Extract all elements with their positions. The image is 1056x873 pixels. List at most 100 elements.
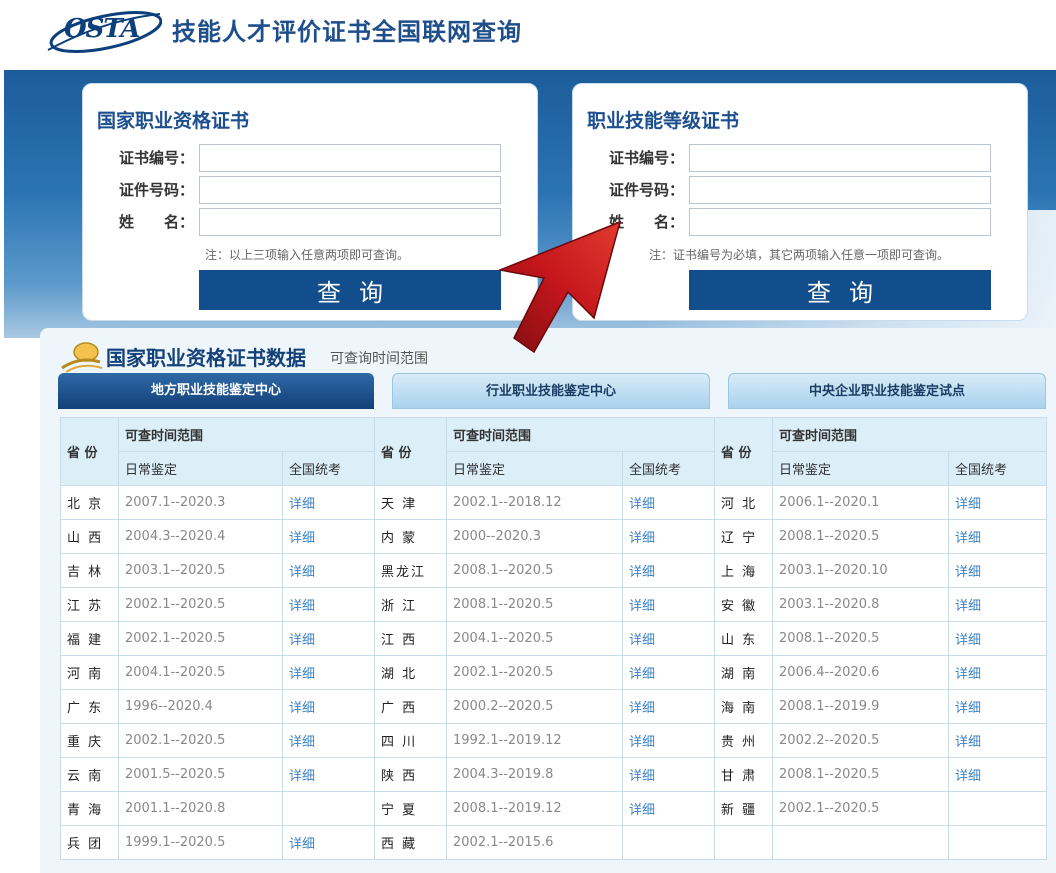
form-row-cert-no: 证书编号：: [609, 144, 993, 172]
province-cell: 天 津: [374, 485, 448, 520]
province-cell: 云 南: [60, 757, 119, 792]
province-cell: 河 南: [60, 655, 119, 690]
detail-link[interactable]: 详细: [281, 485, 376, 520]
detail-link[interactable]: 详细: [948, 757, 1048, 792]
detail-link[interactable]: 详细: [281, 757, 376, 792]
detail-link[interactable]: 详细: [622, 757, 716, 792]
detail-link[interactable]: 详细: [622, 791, 716, 826]
tab-central-enterprise[interactable]: 中央企业职业技能鉴定试点: [728, 373, 1046, 409]
detail-link[interactable]: 详细: [948, 655, 1048, 690]
detail-link[interactable]: 详细: [281, 689, 376, 724]
detail-link[interactable]: 详细: [281, 553, 376, 588]
detail-link[interactable]: 详细: [622, 587, 716, 622]
range-cell: 1999.1--2020.5: [118, 825, 283, 860]
form-row-name: 姓 名：: [119, 208, 503, 236]
header-range: 可查时间范围: [446, 417, 716, 452]
panel-title: 国家职业资格证书: [97, 110, 250, 132]
header-daily: 日常鉴定: [772, 451, 950, 486]
range-cell: 2000--2020.3: [446, 519, 624, 554]
table-body: 北 京 2007.1--2020.3 详细天 津 2002.1--2018.12 详细河…: [60, 485, 1048, 860]
detail-link[interactable]: 详细: [281, 655, 376, 690]
range-cell: 2002.1--2020.5: [118, 723, 283, 758]
table-row: 江 苏 2002.1--2020.5 详细浙 江 2008.1--2020.5 详细安 …: [60, 587, 1048, 622]
detail-link[interactable]: 详细: [622, 655, 716, 690]
header-national: 全国统考: [622, 451, 716, 486]
name-input[interactable]: [689, 208, 991, 236]
tab-industry-center[interactable]: 行业职业技能鉴定中心: [392, 373, 710, 409]
range-cell: 2008.1--2020.5: [772, 757, 950, 792]
panel-skill-level: 职业技能等级证书 证书编号： 证件号码： 姓 名： 注：证书编号为必填，其它两项…: [572, 83, 1028, 321]
range-cell: 2003.1--2020.10: [772, 553, 950, 588]
id-no-label: 证件号码：: [609, 181, 685, 199]
province-cell: 浙 江: [374, 587, 448, 622]
detail-link[interactable]: 详细: [948, 519, 1048, 554]
detail-link[interactable]: 详细: [948, 485, 1048, 520]
province-cell: 陕 西: [374, 757, 448, 792]
province-cell: 四 川: [374, 723, 448, 758]
province-cell: 山 西: [60, 519, 119, 554]
query-button-national[interactable]: 查询: [199, 270, 501, 310]
detail-link[interactable]: 详细: [281, 723, 376, 758]
cert-no-input[interactable]: [199, 144, 501, 172]
table-header-row: 省 份 可查时间范围 省 份 可查时间范围 省 份 可查时间范围: [60, 417, 1048, 486]
range-cell: 2000.2--2020.5: [446, 689, 624, 724]
detail-link[interactable]: 详细: [622, 519, 716, 554]
range-cell: 2002.1--2020.5: [118, 621, 283, 656]
header-province: 省 份: [714, 417, 774, 486]
detail-link[interactable]: 详细: [948, 621, 1048, 656]
range-cell: 2008.1--2019.9: [772, 689, 950, 724]
red-arrow-annotation: [498, 220, 622, 354]
province-cell: 上 海: [714, 553, 774, 588]
province-cell: 内 蒙: [374, 519, 448, 554]
form-row-name: 姓 名：: [609, 208, 993, 236]
range-cell: 2003.1--2020.8: [772, 587, 950, 622]
detail-link[interactable]: 详细: [622, 723, 716, 758]
detail-link: [948, 791, 1048, 826]
province-cell: 江 西: [374, 621, 448, 656]
detail-link[interactable]: 详细: [948, 587, 1048, 622]
range-cell: 2004.3--2020.4: [118, 519, 283, 554]
table-row: 福 建 2002.1--2020.5 详细江 西 2004.1--2020.5 详细山 …: [60, 621, 1048, 656]
range-cell: 2002.1--2020.5: [446, 655, 624, 690]
province-cell: 河 北: [714, 485, 774, 520]
section-subtitle: 可查询时间范围: [330, 351, 428, 367]
range-cell: 2006.4--2020.6: [772, 655, 950, 690]
form-row-id-no: 证件号码：: [119, 176, 503, 204]
province-cell: 湖 北: [374, 655, 448, 690]
detail-link[interactable]: 详细: [622, 485, 716, 520]
province-cell: 吉 林: [60, 553, 119, 588]
name-input[interactable]: [199, 208, 501, 236]
detail-link[interactable]: 详细: [622, 689, 716, 724]
range-cell: 2004.1--2020.5: [446, 621, 624, 656]
query-button-skill[interactable]: 查询: [689, 270, 991, 310]
province-cell: 宁 夏: [374, 791, 448, 826]
table-row: 山 西 2004.3--2020.4 详细内 蒙 2000--2020.3 详细辽 宁2…: [60, 519, 1048, 554]
tab-local-center[interactable]: 地方职业技能鉴定中心: [58, 373, 374, 409]
id-no-input[interactable]: [199, 176, 501, 204]
range-cell: [772, 825, 950, 860]
range-cell: 2002.2--2020.5: [772, 723, 950, 758]
range-cell: 2008.1--2019.12: [446, 791, 624, 826]
detail-link[interactable]: 详细: [281, 621, 376, 656]
section-title: 国家职业资格证书数据: [106, 346, 306, 370]
range-cell: 2002.1--2020.5: [772, 791, 950, 826]
province-cell: 兵 团: [60, 825, 119, 860]
detail-link[interactable]: 详细: [622, 621, 716, 656]
detail-link: [948, 825, 1048, 860]
data-section: 国家职业资格证书数据 可查询时间范围 地方职业技能鉴定中心 行业职业技能鉴定中心…: [40, 328, 1056, 873]
detail-link[interactable]: 详细: [281, 587, 376, 622]
detail-link[interactable]: 详细: [948, 689, 1048, 724]
detail-link[interactable]: 详细: [281, 519, 376, 554]
range-cell: 2003.1--2020.5: [118, 553, 283, 588]
province-cell: 新 疆: [714, 791, 774, 826]
header-national: 全国统考: [281, 451, 376, 486]
detail-link[interactable]: 详细: [622, 553, 716, 588]
detail-link[interactable]: 详细: [948, 553, 1048, 588]
table-row: 北 京 2007.1--2020.3 详细天 津 2002.1--2018.12 详细河…: [60, 485, 1048, 520]
detail-link[interactable]: 详细: [281, 825, 376, 860]
detail-link[interactable]: 详细: [948, 723, 1048, 758]
id-no-input[interactable]: [689, 176, 991, 204]
certificate-icon: [61, 342, 103, 373]
cert-no-input[interactable]: [689, 144, 991, 172]
form-row-cert-no: 证书编号：: [119, 144, 503, 172]
